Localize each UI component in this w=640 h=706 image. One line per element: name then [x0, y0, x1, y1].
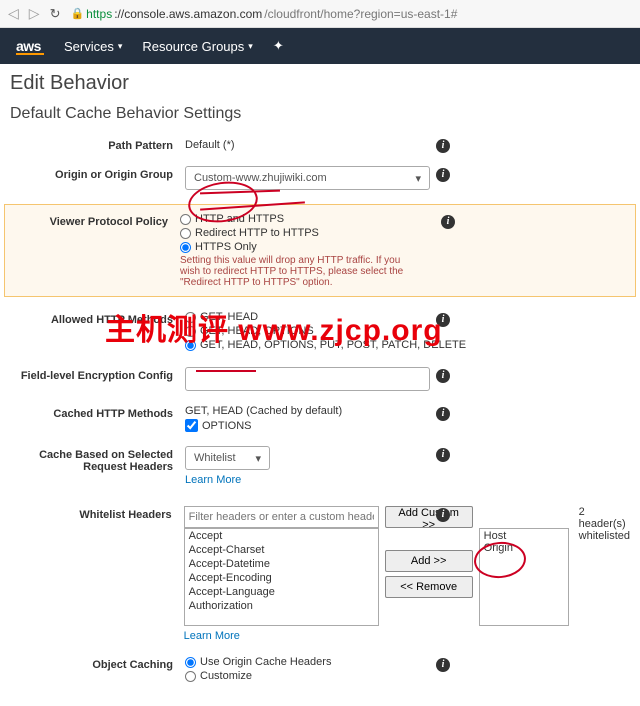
section-title: Default Cache Behavior Settings: [10, 105, 630, 123]
learn-more-link[interactable]: Learn More: [185, 474, 630, 486]
radio-all-methods[interactable]: [185, 340, 196, 351]
info-icon[interactable]: i: [436, 313, 450, 327]
reload-icon[interactable]: ↻: [50, 6, 61, 22]
add-button[interactable]: Add >>: [385, 550, 473, 572]
chevron-down-icon: ▾: [248, 41, 253, 52]
label-object-caching: Object Caching: [10, 656, 185, 671]
cached-default-text: GET, HEAD (Cached by default): [185, 405, 630, 417]
field-encryption-input[interactable]: [185, 367, 430, 391]
label-path-pattern: Path Pattern: [10, 137, 185, 152]
services-menu[interactable]: Services▾: [64, 39, 122, 54]
whitelisted-headers-list[interactable]: Host Origin: [479, 528, 569, 626]
filter-headers-input[interactable]: [184, 506, 379, 528]
radio-get-head-options[interactable]: [185, 326, 196, 337]
list-item: Accept-Language: [185, 585, 378, 599]
url-host: ://console.aws.amazon.com: [114, 7, 262, 21]
label-viewer-protocol: Viewer Protocol Policy: [5, 213, 180, 228]
learn-more-link[interactable]: Learn More: [184, 630, 630, 642]
radio-redirect[interactable]: [180, 228, 191, 239]
list-item: Host: [484, 530, 564, 542]
forward-icon[interactable]: ▷: [29, 5, 40, 22]
info-icon[interactable]: i: [441, 215, 455, 229]
aws-header: aws Services▾ Resource Groups▾ ✦: [0, 28, 640, 64]
info-icon[interactable]: i: [436, 139, 450, 153]
radio-get-head[interactable]: [185, 312, 196, 323]
url-path: /cloudfront/home?region=us-east-1#: [264, 7, 457, 21]
radio-customize[interactable]: [185, 671, 196, 682]
list-item: Accept-Datetime: [185, 557, 378, 571]
url-scheme: https: [86, 7, 112, 21]
chevron-down-icon: ▾: [255, 452, 261, 465]
chevron-down-icon: ▾: [118, 41, 123, 52]
remove-button[interactable]: << Remove: [385, 576, 473, 598]
list-item: Accept: [185, 529, 378, 543]
label-cached-methods: Cached HTTP Methods: [10, 405, 185, 420]
add-custom-button[interactable]: Add Custom >>: [385, 506, 473, 528]
label-field-encryption: Field-level Encryption Config: [10, 367, 185, 382]
whitelisted-count: 2 header(s) whitelisted: [579, 506, 630, 542]
info-icon[interactable]: i: [436, 168, 450, 182]
radio-https-only[interactable]: [180, 242, 191, 253]
value-path-pattern: Default (*): [185, 139, 235, 151]
info-icon[interactable]: i: [436, 448, 450, 462]
aws-logo[interactable]: aws: [16, 38, 44, 55]
warning-text: Setting this value will drop any HTTP tr…: [180, 255, 410, 288]
highlighted-setting: Viewer Protocol Policy HTTP and HTTPS Re…: [4, 204, 636, 297]
list-item: Origin: [484, 542, 564, 554]
pin-icon[interactable]: ✦: [273, 38, 284, 54]
origin-select[interactable]: Custom-www.zhujiwiki.com▾: [185, 166, 430, 190]
available-headers-list[interactable]: Accept Accept-Charset Accept-Datetime Ac…: [184, 528, 379, 626]
resource-groups-menu[interactable]: Resource Groups▾: [142, 39, 252, 54]
page-title: Edit Behavior: [10, 72, 630, 95]
url-bar[interactable]: 🔒 https ://console.aws.amazon.com /cloud…: [70, 7, 632, 21]
list-item: Accept-Encoding: [185, 571, 378, 585]
radio-origin-cache[interactable]: [185, 657, 196, 668]
chevron-down-icon: ▾: [415, 172, 421, 185]
checkbox-options[interactable]: [185, 419, 198, 432]
radio-http-https[interactable]: [180, 214, 191, 225]
cache-headers-select[interactable]: Whitelist▾: [185, 446, 270, 470]
browser-toolbar: ◁ ▷ ↻ 🔒 https ://console.aws.amazon.com …: [0, 0, 640, 28]
label-cache-headers: Cache Based on Selected Request Headers: [10, 446, 185, 473]
back-icon[interactable]: ◁: [8, 5, 19, 22]
info-icon[interactable]: i: [436, 407, 450, 421]
info-icon[interactable]: i: [436, 508, 450, 522]
list-item: Accept-Charset: [185, 543, 378, 557]
label-allowed-methods: Allowed HTTP Methods: [10, 311, 185, 326]
info-icon[interactable]: i: [436, 369, 450, 383]
label-whitelist-headers: Whitelist Headers: [10, 506, 184, 521]
lock-icon: 🔒: [70, 7, 84, 20]
list-item: Authorization: [185, 599, 378, 613]
label-origin: Origin or Origin Group: [10, 166, 185, 181]
info-icon[interactable]: i: [436, 658, 450, 672]
